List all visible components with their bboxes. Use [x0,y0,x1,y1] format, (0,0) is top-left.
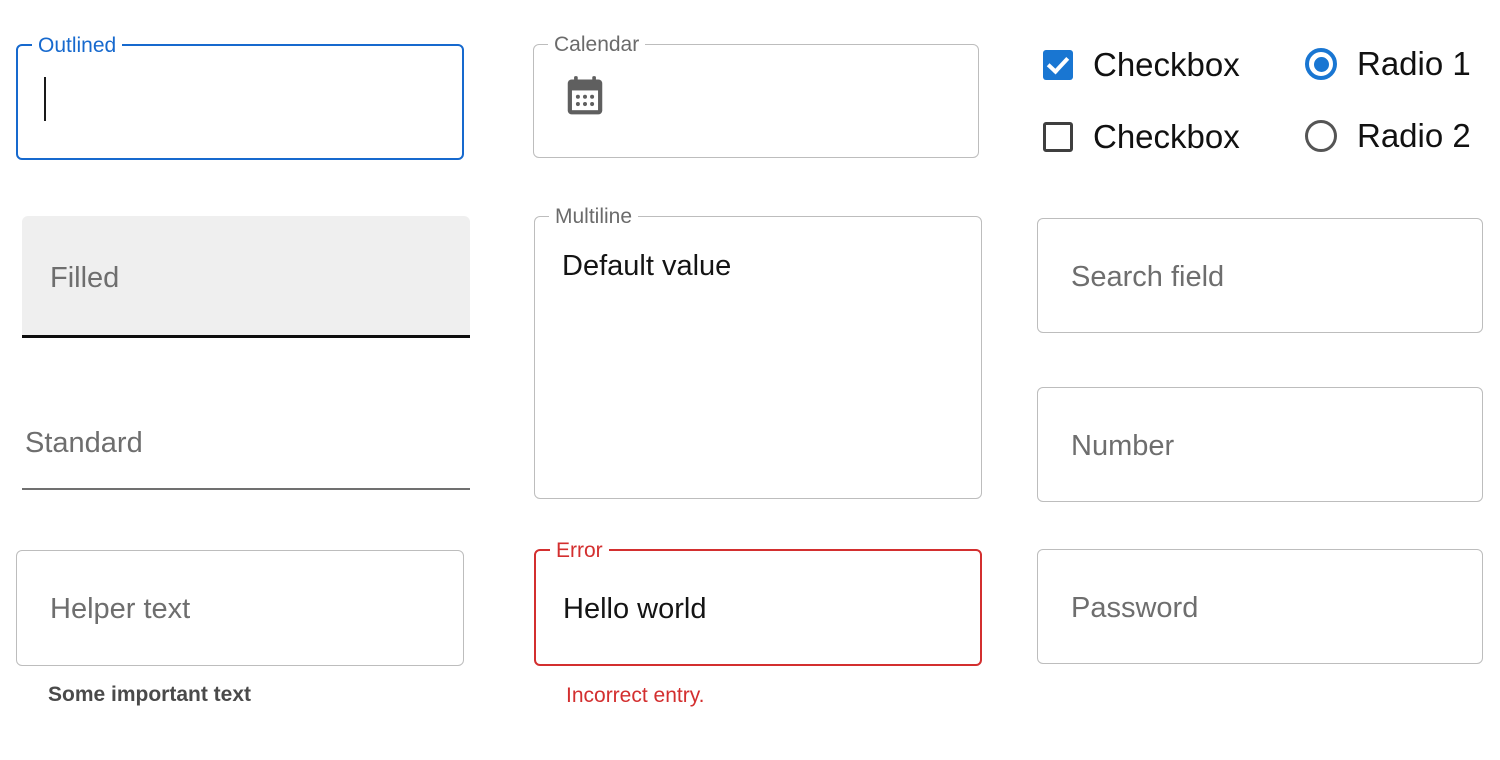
checkbox-unchecked-icon[interactable] [1043,122,1073,152]
radio-selected-icon[interactable] [1305,48,1337,80]
calendar-icon[interactable] [562,73,608,124]
outlined-field-label: Outlined [32,33,123,59]
checkbox-label-2: Checkbox [1093,118,1240,155]
multiline-field-label: Multiline [549,204,639,230]
checkbox-label-1: Checkbox [1093,46,1240,83]
form-controls-canvas: Outlined Filled Standard Helper text Som… [0,0,1500,760]
helper-text-field-placeholder: Helper text [50,593,191,625]
checkbox-row-1[interactable]: Checkbox [1043,46,1240,84]
error-text-field[interactable]: Error Hello world [534,538,982,666]
password-field-placeholder: Password [1071,592,1199,624]
password-field[interactable]: Password [1037,549,1483,664]
checkbox-row-2[interactable]: Checkbox [1043,118,1240,156]
multiline-text-field[interactable]: Multiline Default value [534,204,982,499]
calendar-field-label: Calendar [548,32,646,58]
error-helper-message: Incorrect entry. [566,684,705,707]
number-field-placeholder: Number [1071,430,1175,462]
standard-text-field[interactable]: Standard [22,400,470,490]
number-field[interactable]: Number [1037,387,1483,502]
calendar-text-field[interactable]: Calendar [533,32,979,158]
text-caret [44,77,46,121]
checkmark-icon [1046,51,1070,75]
error-field-label: Error [550,538,609,564]
error-field-value: Hello world [563,593,707,625]
filled-field-placeholder: Filled [50,262,120,294]
radio-dot-icon [1313,56,1329,72]
radio-unselected-icon[interactable] [1305,120,1337,152]
radio-label-1: Radio 1 [1357,45,1471,82]
helper-text-message: Some important text [48,683,252,706]
outlined-text-field[interactable]: Outlined [16,33,464,160]
filled-text-field[interactable]: Filled [22,216,470,338]
radio-row-1[interactable]: Radio 1 [1305,45,1471,83]
search-field-placeholder: Search field [1071,261,1225,293]
helper-text-field[interactable]: Helper text [16,550,464,666]
search-field[interactable]: Search field [1037,218,1483,333]
checkbox-checked-icon[interactable] [1043,50,1073,80]
radio-row-2[interactable]: Radio 2 [1305,117,1471,155]
multiline-field-value: Default value [562,250,732,282]
radio-label-2: Radio 2 [1357,117,1471,154]
standard-field-placeholder: Standard [25,427,143,459]
